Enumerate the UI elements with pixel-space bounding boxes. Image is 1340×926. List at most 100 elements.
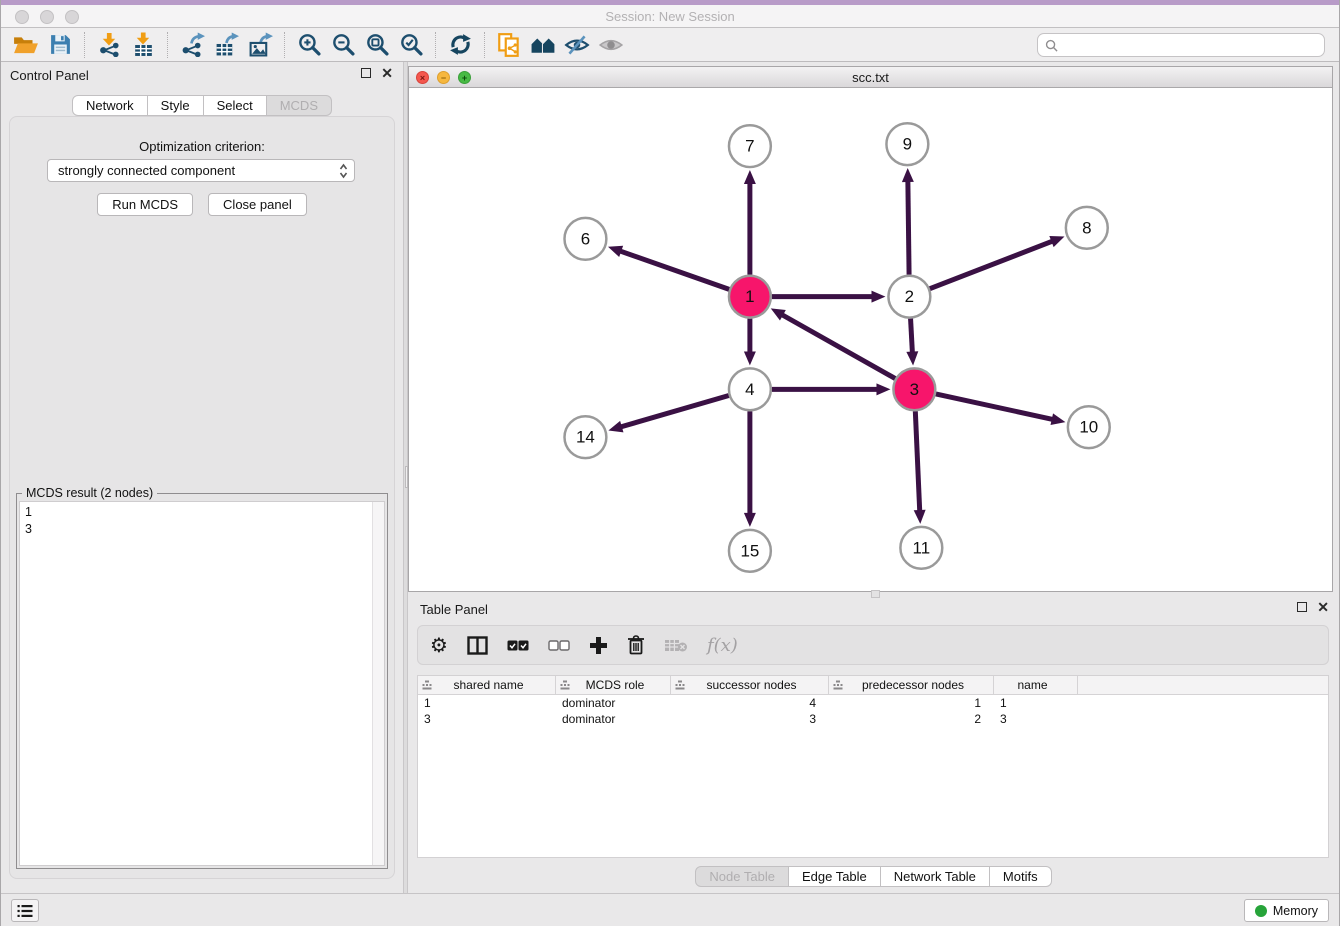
zoom-out-button[interactable]: [326, 30, 360, 60]
svg-text:7: 7: [745, 137, 754, 156]
zoom-in-icon: [297, 32, 322, 57]
node-7[interactable]: 7: [729, 125, 771, 167]
mcds-panel-body: Optimization criterion: strongly connect…: [9, 116, 395, 879]
delete-column-button[interactable]: [627, 635, 645, 655]
run-mcds-button[interactable]: Run MCDS: [97, 193, 193, 216]
apply-layout-button[interactable]: [443, 30, 477, 60]
sort-icon: [560, 680, 570, 690]
memory-button[interactable]: Memory: [1244, 899, 1329, 922]
column-header-name[interactable]: name: [994, 676, 1078, 694]
tab-network[interactable]: Network: [72, 95, 148, 116]
edge-1-6[interactable]: [620, 251, 729, 289]
search-field[interactable]: [1037, 33, 1325, 57]
search-icon: [1045, 39, 1058, 52]
tab-style[interactable]: Style: [148, 95, 204, 116]
result-scrollbar[interactable]: [372, 502, 384, 865]
export-image-button[interactable]: [243, 30, 277, 60]
node-10[interactable]: 10: [1068, 406, 1110, 448]
overview-button[interactable]: [526, 30, 560, 60]
node-3[interactable]: 3: [893, 368, 935, 410]
export-network-button[interactable]: [175, 30, 209, 60]
export-table-button[interactable]: [209, 30, 243, 60]
node-15[interactable]: 15: [729, 530, 771, 572]
zoom-in-button[interactable]: [292, 30, 326, 60]
tab-mcds[interactable]: MCDS: [267, 95, 332, 116]
function-icon: f(x): [707, 635, 738, 656]
column-header-predecessor-nodes[interactable]: predecessor nodes: [829, 676, 994, 694]
import-table-button[interactable]: [126, 30, 160, 60]
search-input[interactable]: [1058, 35, 1324, 55]
export-image-icon: [248, 32, 273, 57]
import-network-button[interactable]: [92, 30, 126, 60]
edge-2-9[interactable]: [908, 181, 909, 275]
mcds-result-area[interactable]: 1 3: [19, 501, 385, 866]
open-session-button[interactable]: [9, 30, 43, 60]
application-window: Session: New Session: [0, 0, 1340, 926]
table-tabs: Node Table Edge Table Network Table Moti…: [408, 866, 1339, 887]
svg-text:8: 8: [1082, 218, 1091, 237]
network-view-window: × − + scc.txt 1234678910111415: [408, 66, 1333, 592]
copy-network-icon: [496, 32, 522, 58]
edge-3-11[interactable]: [915, 411, 919, 511]
edge-2-8[interactable]: [930, 241, 1053, 289]
zoom-fit-button[interactable]: [360, 30, 394, 60]
node-table: shared name MCDS role successor nodes pr…: [417, 675, 1329, 858]
column-header-successor-nodes[interactable]: successor nodes: [671, 676, 829, 694]
column-header-mcds-role[interactable]: MCDS role: [556, 676, 671, 694]
zoom-out-icon: [331, 32, 356, 57]
tab-edge-table[interactable]: Edge Table: [789, 866, 881, 887]
tab-node-table[interactable]: Node Table: [695, 866, 789, 887]
node-8[interactable]: 8: [1066, 207, 1108, 249]
zoom-selected-button[interactable]: [394, 30, 428, 60]
import-network-icon: [97, 32, 122, 57]
close-table-panel-icon[interactable]: ✕: [1317, 602, 1329, 612]
show-columns-button[interactable]: [467, 636, 488, 655]
deselect-all-columns-button[interactable]: [548, 640, 570, 651]
main-area: Control Panel ✕ Network Style Select MCD…: [1, 62, 1339, 893]
node-6[interactable]: 6: [564, 218, 606, 260]
table-row[interactable]: 3 dominator 3 2 3: [418, 711, 1328, 727]
edge-4-14[interactable]: [621, 395, 729, 426]
edge-2-3[interactable]: [911, 319, 913, 353]
table-settings-button[interactable]: ⚙: [430, 633, 448, 657]
refresh-icon: [448, 32, 473, 57]
node-1[interactable]: 1: [729, 276, 771, 318]
gear-icon: ⚙: [430, 633, 448, 657]
close-panel-button[interactable]: Close panel: [208, 193, 307, 216]
close-panel-icon[interactable]: ✕: [381, 68, 393, 78]
float-panel-icon[interactable]: [361, 68, 371, 78]
task-history-button[interactable]: [11, 899, 39, 922]
control-panel-header: Control Panel ✕: [1, 62, 403, 88]
cell-shared-name: 3: [418, 711, 556, 727]
column-header-shared-name[interactable]: shared name: [418, 676, 556, 694]
tab-motifs[interactable]: Motifs: [990, 866, 1052, 887]
node-2[interactable]: 2: [888, 276, 930, 318]
network-canvas[interactable]: 1 2 3 4 6 7 8 9 10 11 14 15: [409, 88, 1332, 591]
hide-graphics-button[interactable]: [560, 30, 594, 60]
node-11[interactable]: 11: [900, 527, 942, 569]
network-view-title: scc.txt: [409, 70, 1332, 85]
network-graph: 1 2 3 4 6 7 8 9 10 11 14 15: [409, 88, 1332, 591]
edge-3-1[interactable]: [782, 315, 895, 379]
node-4[interactable]: 4: [729, 368, 771, 410]
dropdown-stepper-icon: [339, 163, 348, 182]
edge-3-10[interactable]: [936, 394, 1053, 419]
main-toolbar: [1, 28, 1339, 62]
tab-network-table[interactable]: Network Table: [881, 866, 990, 887]
table-row[interactable]: 1 dominator 4 1 1: [418, 695, 1328, 711]
show-graphics-button[interactable]: [594, 30, 628, 60]
save-session-button[interactable]: [43, 30, 77, 60]
clone-network-button[interactable]: [492, 30, 526, 60]
create-column-button[interactable]: [589, 636, 608, 655]
tab-select[interactable]: Select: [204, 95, 267, 116]
control-panel-title: Control Panel: [10, 68, 89, 83]
node-9[interactable]: 9: [886, 123, 928, 165]
sort-icon: [833, 680, 843, 690]
node-14[interactable]: 14: [564, 416, 606, 458]
cell-name: 1: [994, 695, 1078, 711]
eye-slash-icon: [564, 33, 590, 57]
control-panel-tabs: Network Style Select MCDS: [1, 95, 403, 116]
float-table-panel-icon[interactable]: [1297, 602, 1307, 612]
select-all-columns-button[interactable]: [507, 640, 529, 651]
optimization-criterion-dropdown[interactable]: strongly connected component: [47, 159, 355, 182]
